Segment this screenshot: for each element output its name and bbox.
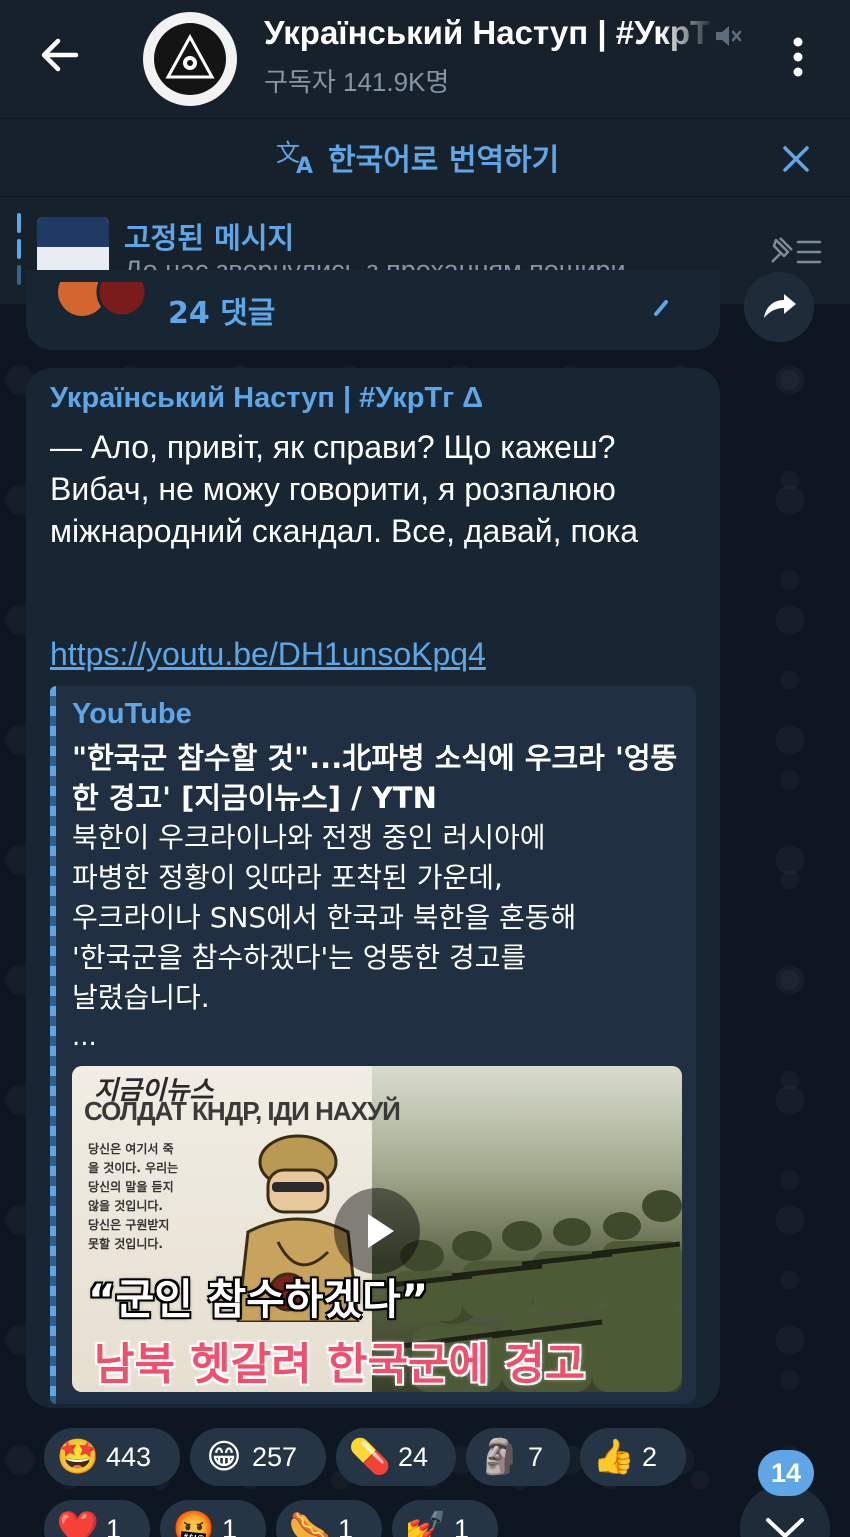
pinned-title: 고정된 메시지 (124, 221, 295, 255)
reaction-chip[interactable]: 💊 24 (336, 1428, 456, 1486)
reaction-count: 443 (106, 1441, 152, 1472)
star-struck-emoji-icon: 🤩 (56, 1437, 100, 1477)
reaction-chip[interactable]: 🤩 443 (44, 1428, 180, 1486)
play-button[interactable] (334, 1188, 420, 1274)
more-vertical-icon[interactable] (780, 32, 816, 82)
grinning-emoji-icon: 😁 (206, 1437, 242, 1477)
cursing-face-emoji-icon: 🤬 (172, 1509, 216, 1537)
translate-bar: 文 A 한국어로 번역하기 (0, 118, 850, 196)
close-icon[interactable] (776, 139, 816, 179)
thumbnail-headline: 남북 헷갈려 한국군에 경고 (94, 1339, 586, 1390)
reaction-chip[interactable]: 😁 257 (190, 1428, 326, 1486)
svg-text:A: A (296, 154, 313, 177)
translate-button[interactable]: 文 A 한국어로 번역하기 (276, 137, 560, 178)
play-icon (368, 1214, 394, 1248)
preview-title: "한국군 참수할 것"...北파병 소식에 우크라 '엉뚱한 경고' [지금이뉴… (72, 741, 678, 815)
reaction-chip[interactable]: 🌭 1 (276, 1500, 382, 1537)
chevron-right-icon[interactable] (646, 290, 676, 320)
thumbnail-comic-text: 당신은 여기서 죽 을 것이다. 우리는 당신의 말을 듣지 않을 것입니다. … (88, 1142, 179, 1251)
share-button[interactable] (744, 272, 814, 342)
share-arrow-icon (764, 294, 796, 318)
reaction-chip[interactable]: 🤬 1 (160, 1500, 266, 1537)
channel-avatar[interactable] (143, 12, 237, 106)
reaction-count: 1 (454, 1513, 470, 1537)
reaction-count: 7 (528, 1441, 544, 1472)
reaction-count: 257 (252, 1441, 298, 1472)
pin-indicator (17, 213, 23, 285)
reaction-count: 24 (398, 1441, 429, 1472)
reaction-chip[interactable]: 👍 2 (580, 1428, 686, 1486)
reaction-count: 1 (222, 1513, 238, 1537)
commenter-avatars (58, 282, 148, 318)
heart-emoji-icon: ❤️ (56, 1509, 100, 1537)
thumbnail-quote: “군인 참수하겠다” (88, 1275, 429, 1324)
moai-emoji-icon: 🗿 (478, 1437, 522, 1477)
message-link[interactable]: https://youtu.be/DH1unsoKpq4 (50, 636, 486, 673)
eye-logo-icon (154, 23, 226, 95)
reaction-chip[interactable]: ❤️ 1 (44, 1500, 150, 1537)
reaction-chip[interactable]: 💅 1 (392, 1500, 498, 1537)
pinned-list-icon[interactable] (766, 232, 824, 272)
video-thumbnail[interactable]: 지금이뉴스 СОЛДАТ КНДР, ІДИ НАХУЙ 당신은 여기서 죽 을… (72, 1066, 682, 1392)
comments-label[interactable]: 24 댓글 (168, 288, 275, 332)
translate-label: 한국어로 번역하기 (328, 143, 560, 178)
thumbs-up-emoji-icon: 👍 (592, 1437, 636, 1477)
channel-title[interactable]: Український Наступ | #УкрТг Δ (264, 14, 714, 58)
muted-speaker-icon (716, 26, 742, 46)
preview-description: 북한이 우크라이나와 전쟁 중인 러시아에 파병한 정황이 잇따라 포착된 가운… (72, 821, 577, 1014)
reaction-count: 1 (106, 1513, 122, 1537)
hotdog-emoji-icon: 🌭 (288, 1509, 332, 1537)
unread-count-badge: 14 (758, 1450, 814, 1496)
message-text: — Ало, привіт, як справи? Що кажеш? Виба… (50, 429, 639, 549)
channel-header: Український Наступ | #УкрТг Δ 구독자 141.9K… (0, 0, 850, 118)
pill-emoji-icon: 💊 (348, 1437, 392, 1477)
reaction-chip[interactable]: 🗿 7 (466, 1428, 570, 1486)
preview-accent-bar (50, 686, 56, 1404)
message-author[interactable]: Український Наступ | #УкрТг Δ (50, 382, 483, 415)
reaction-count: 2 (642, 1441, 658, 1472)
preview-site-name: YouTube (72, 698, 192, 730)
translate-icon: 文 A (276, 139, 313, 177)
arrow-left-icon[interactable] (36, 30, 86, 80)
reaction-count: 1 (338, 1513, 354, 1537)
preview-ellipsis: ... (72, 1022, 97, 1052)
nail-polish-emoji-icon: 💅 (404, 1509, 448, 1537)
subscriber-count: 구독자 141.9K명 (264, 67, 450, 97)
